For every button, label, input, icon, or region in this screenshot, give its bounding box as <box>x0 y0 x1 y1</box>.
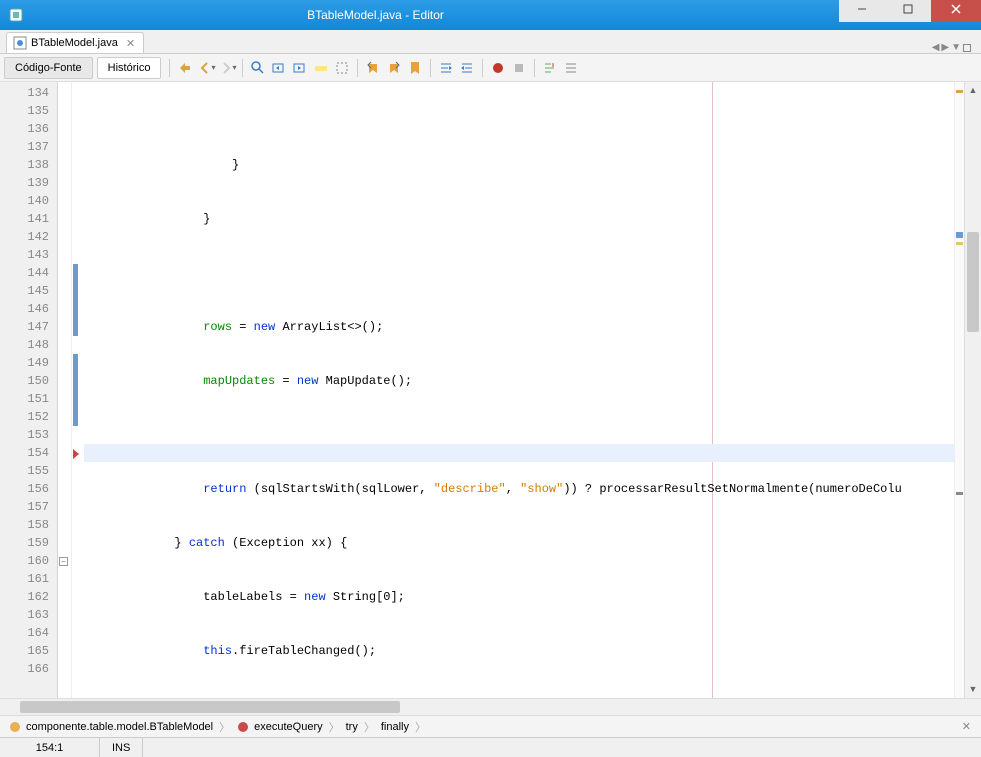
chevron-right-icon: 〉 <box>415 719 426 735</box>
horizontal-scrollbar[interactable] <box>0 698 981 715</box>
prev-bookmark-icon[interactable] <box>363 58 383 78</box>
breadcrumb-item[interactable]: executeQuery <box>232 720 326 734</box>
macro-record-icon[interactable] <box>488 58 508 78</box>
find-next-icon[interactable] <box>290 58 310 78</box>
change-marker <box>73 354 78 426</box>
uncomment-icon[interactable] <box>561 58 581 78</box>
chevron-right-icon: 〉 <box>329 719 340 735</box>
marker-column[interactable] <box>72 82 84 698</box>
change-marker <box>73 264 78 336</box>
last-edit-icon[interactable] <box>175 58 195 78</box>
current-line-highlight <box>84 444 981 462</box>
fold-toggle-icon[interactable]: − <box>59 557 68 566</box>
breadcrumb-item[interactable]: try <box>342 721 362 733</box>
breakpoint-marker[interactable] <box>73 449 79 459</box>
breadcrumb-bar: componente.table.model.BTableModel 〉 exe… <box>0 715 981 737</box>
vertical-scrollbar[interactable]: ▲ ▼ <box>964 82 981 698</box>
class-icon <box>8 720 22 734</box>
overview-mark <box>956 242 963 245</box>
chevron-right-icon: 〉 <box>364 719 375 735</box>
comment-icon[interactable] <box>540 58 560 78</box>
tab-prev-icon[interactable]: ◀ <box>932 42 940 53</box>
back-icon[interactable]: ▾ <box>196 58 216 78</box>
fold-column[interactable]: − <box>58 82 72 698</box>
next-bookmark-icon[interactable] <box>384 58 404 78</box>
insert-mode[interactable]: INS <box>100 738 143 757</box>
file-tab-label: BTableModel.java <box>31 37 118 49</box>
close-breadcrumb-icon[interactable]: ✕ <box>962 720 977 733</box>
find-selection-icon[interactable] <box>248 58 268 78</box>
scrollbar-thumb[interactable] <box>20 701 400 713</box>
file-tab-bar: BTableModel.java ✕ ◀ ▶ ▼ <box>0 30 981 54</box>
app-icon <box>8 7 24 23</box>
shift-right-icon[interactable] <box>457 58 477 78</box>
find-prev-icon[interactable] <box>269 58 289 78</box>
minimize-button[interactable] <box>839 0 885 22</box>
overview-ruler[interactable] <box>954 82 964 698</box>
close-tab-icon[interactable]: ✕ <box>126 37 135 50</box>
scroll-down-icon[interactable]: ▼ <box>965 681 981 698</box>
toggle-bookmark-icon[interactable] <box>405 58 425 78</box>
chevron-right-icon: 〉 <box>219 719 230 735</box>
method-icon <box>236 720 250 734</box>
overview-mark <box>956 90 963 93</box>
status-bar: 154:1 INS <box>0 737 981 757</box>
close-button[interactable] <box>931 0 981 22</box>
java-file-icon <box>13 36 27 50</box>
history-tab[interactable]: Histórico <box>97 57 162 79</box>
tab-controls: ◀ ▶ ▼ <box>932 42 975 53</box>
toggle-rect-select-icon[interactable] <box>332 58 352 78</box>
tab-menu-icon[interactable]: ▼ <box>951 42 961 53</box>
forward-icon[interactable]: ▾ <box>217 58 237 78</box>
code-editor[interactable]: } } rows = new ArrayList<>(); mapUpdates… <box>84 82 981 698</box>
editor-area: 1341351361371381391401411421431441451461… <box>0 82 981 698</box>
cursor-position: 154:1 <box>0 738 100 757</box>
source-tab[interactable]: Código-Fonte <box>4 57 93 79</box>
scroll-up-icon[interactable]: ▲ <box>965 82 981 99</box>
file-tab[interactable]: BTableModel.java ✕ <box>6 32 144 53</box>
breadcrumb-item[interactable]: finally <box>377 721 413 733</box>
window-title: BTableModel.java - Editor <box>32 8 839 22</box>
maximize-button[interactable] <box>885 0 931 22</box>
scrollbar-thumb[interactable] <box>967 232 979 332</box>
line-number-gutter[interactable]: 1341351361371381391401411421431441451461… <box>0 82 58 698</box>
macro-stop-icon[interactable] <box>509 58 529 78</box>
overview-mark <box>956 492 963 495</box>
title-bar: BTableModel.java - Editor <box>0 0 981 30</box>
tab-max-icon[interactable] <box>963 44 971 52</box>
toggle-highlight-icon[interactable] <box>311 58 331 78</box>
editor-toolbar: Código-Fonte Histórico ▾ ▾ <box>0 54 981 82</box>
breadcrumb-item[interactable]: componente.table.model.BTableModel <box>4 720 217 734</box>
tab-next-icon[interactable]: ▶ <box>941 42 949 53</box>
overview-mark <box>956 232 963 238</box>
shift-left-icon[interactable] <box>436 58 456 78</box>
